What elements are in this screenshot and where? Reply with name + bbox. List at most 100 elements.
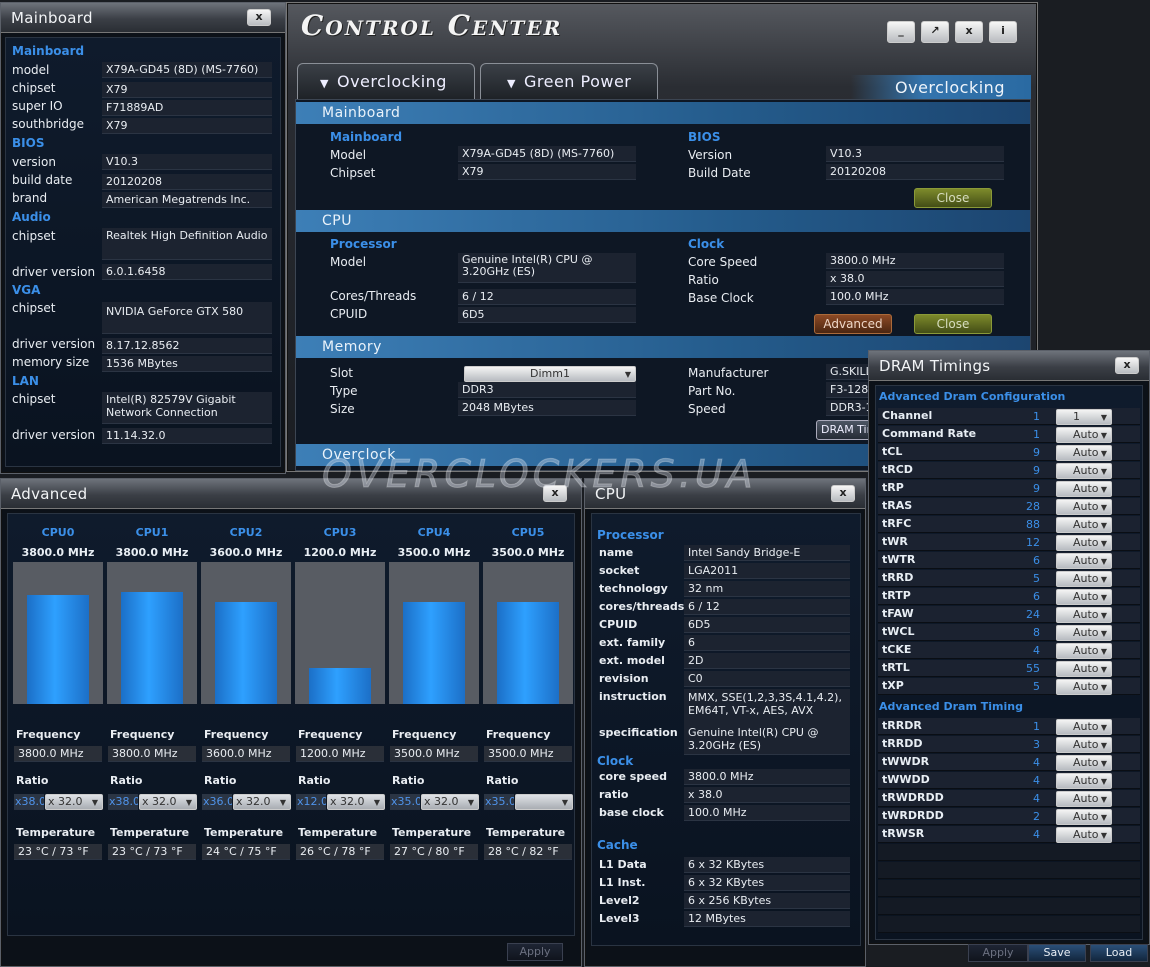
core-mhz: 3500.0 MHz <box>397 546 471 559</box>
timing-select[interactable]: Auto <box>1056 463 1112 479</box>
ratio-select[interactable]: x 32.0 <box>327 794 385 810</box>
frequency-label: Frequency <box>204 728 269 741</box>
dram-timing-row: tCKE 4 Auto <box>878 642 1140 659</box>
specification-label: specification <box>599 726 678 739</box>
ratio-select[interactable]: x 32.0 <box>233 794 291 810</box>
dram-apply-button[interactable]: Apply <box>968 944 1028 962</box>
cpu-info-label: cores/threads <box>599 600 685 613</box>
cpu-close-button[interactable]: Close <box>914 314 992 334</box>
close-icon[interactable]: x <box>831 485 855 502</box>
section-mainboard: Mainboard <box>330 130 403 144</box>
clock-value: x 38.0 <box>684 787 850 803</box>
cpu-info-label: ext. model <box>599 654 665 667</box>
temperature-value: 24 °C / 75 °F <box>202 844 290 860</box>
timing-select[interactable]: Auto <box>1056 643 1112 659</box>
timing-select[interactable]: Auto <box>1056 517 1112 533</box>
timing-select[interactable]: Auto <box>1056 755 1112 771</box>
timing-select[interactable]: Auto <box>1056 719 1112 735</box>
timing-value: 4 <box>1033 792 1040 805</box>
load-button[interactable]: Load <box>1090 944 1148 962</box>
ratio-current: x36.0 <box>202 794 232 810</box>
timing-select[interactable]: Auto <box>1056 481 1112 497</box>
timing-select[interactable]: Auto <box>1056 553 1112 569</box>
dram-timing-row: tWRDRDD 2 Auto <box>878 808 1140 825</box>
cpu-info-label: revision <box>599 672 649 685</box>
ratio-select[interactable]: x 32.0 <box>421 794 479 810</box>
slot-dropdown[interactable]: Dimm1 <box>464 366 636 382</box>
vga-memory-size-label: memory size <box>12 355 90 369</box>
ratio-select[interactable] <box>515 794 573 810</box>
clock-label: base clock <box>599 806 664 819</box>
band-mainboard[interactable]: Mainboard <box>296 102 1030 124</box>
core-load-fill <box>497 602 559 704</box>
ratio-label: Ratio <box>204 774 237 787</box>
core-speed-value: 3800.0 MHz <box>826 253 1004 269</box>
section-audio: Audio <box>12 210 51 224</box>
frequency-label: Frequency <box>16 728 81 741</box>
ratio-current: x38.0 <box>108 794 138 810</box>
save-button[interactable]: Save <box>1028 944 1086 962</box>
mainboard-close-button[interactable]: Close <box>914 188 992 208</box>
core-name: CPU1 <box>135 526 169 539</box>
restore-button[interactable]: ↗ <box>921 21 949 43</box>
timing-select[interactable]: Auto <box>1056 661 1112 677</box>
brand-label: brand <box>12 191 48 205</box>
ratio-select[interactable]: x 32.0 <box>45 794 103 810</box>
timing-select[interactable]: Auto <box>1056 535 1112 551</box>
ratio-current: x12.0 <box>296 794 326 810</box>
empty-row <box>878 862 1140 879</box>
timing-select[interactable]: Auto <box>1056 827 1112 843</box>
info-button[interactable]: i <box>989 21 1017 43</box>
close-icon[interactable]: x <box>1115 357 1139 374</box>
timing-select[interactable]: Auto <box>1056 427 1112 443</box>
section-processor: Processor <box>330 237 397 251</box>
tab-green-power[interactable]: ▼ Green Power <box>480 63 658 99</box>
lan-chipset-value: Intel(R) 82579V Gigabit Network Connecti… <box>102 392 272 424</box>
timing-select[interactable]: Auto <box>1056 499 1112 515</box>
close-icon[interactable]: x <box>247 9 271 26</box>
timing-select[interactable]: Auto <box>1056 737 1112 753</box>
close-icon[interactable]: x <box>955 21 983 43</box>
size-label: Size <box>330 402 355 416</box>
empty-row <box>878 880 1140 897</box>
timing-name: tRWSR <box>882 827 925 840</box>
timing-name: tWWDR <box>882 755 930 768</box>
minimize-button[interactable]: _ <box>887 21 915 43</box>
model-value: X79A-GD45 (8D) (MS-7760) <box>458 146 636 162</box>
frequency-value: 3800.0 MHz <box>14 746 102 762</box>
timing-select[interactable]: Auto <box>1056 809 1112 825</box>
timing-select[interactable]: Auto <box>1056 445 1112 461</box>
timing-value: 9 <box>1033 464 1040 477</box>
speed-label: Speed <box>688 402 726 416</box>
cpu-info-label: technology <box>599 582 668 595</box>
frequency-value: 1200.0 MHz <box>296 746 384 762</box>
dram-timing-row: tCL 9 Auto <box>878 444 1140 461</box>
timing-select[interactable]: Auto <box>1056 791 1112 807</box>
advanced-button[interactable]: Advanced <box>814 314 892 334</box>
frequency-label: Frequency <box>110 728 175 741</box>
cpu-info-value: 6 <box>684 635 850 651</box>
timing-select[interactable]: Auto <box>1056 589 1112 605</box>
core-mhz: 3600.0 MHz <box>209 546 283 559</box>
dram-timings-window: DRAM Timings x Advanced Dram Configurati… <box>868 350 1150 945</box>
temperature-label: Temperature <box>486 826 566 839</box>
cpu-info-value: 6 / 12 <box>684 599 850 615</box>
apply-button[interactable]: Apply <box>507 943 563 961</box>
timing-select[interactable]: Auto <box>1056 679 1112 695</box>
timing-value: 12 <box>1026 536 1040 549</box>
superio-value: F71889AD <box>102 100 272 116</box>
timing-select[interactable]: Auto <box>1056 571 1112 587</box>
timing-select[interactable]: Auto <box>1056 607 1112 623</box>
tab-overclocking[interactable]: ▼ Overclocking <box>297 63 475 99</box>
timing-select[interactable]: Auto <box>1056 773 1112 789</box>
timing-select[interactable]: 1 <box>1056 409 1112 425</box>
watermark: OVERCLOCKERS.UA <box>322 452 757 497</box>
band-cpu[interactable]: CPU <box>296 210 1030 232</box>
timing-value: 6 <box>1033 554 1040 567</box>
timing-value: 4 <box>1033 756 1040 769</box>
cores-value: 6 / 12 <box>458 289 636 305</box>
timing-select[interactable]: Auto <box>1056 625 1112 641</box>
ratio-select[interactable]: x 32.0 <box>139 794 197 810</box>
timing-value: 9 <box>1033 482 1040 495</box>
core-load-bar <box>295 562 385 704</box>
